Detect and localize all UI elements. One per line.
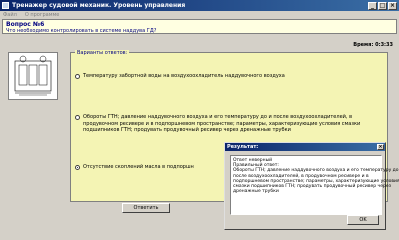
- radio-button[interactable]: [75, 74, 80, 79]
- menu-bar: Файл О программе: [0, 11, 399, 19]
- radio-button-selected[interactable]: [75, 165, 80, 170]
- option-label: Отсутствие скоплений масла в подпоршн: [83, 164, 194, 170]
- dialog-title: Результат:: [227, 144, 259, 150]
- question-number: Вопрос №6: [6, 21, 45, 28]
- dialog-title-bar: Результат: ×: [225, 143, 385, 151]
- engine-diagram-image: [8, 52, 58, 100]
- answers-legend: Варианты ответов:: [75, 50, 130, 56]
- answer-button[interactable]: Ответить: [122, 203, 170, 213]
- ok-button[interactable]: OK: [347, 215, 379, 225]
- option-label: Обороты ГТН; давление наддувочного возду…: [83, 114, 361, 133]
- close-button[interactable]: ×: [388, 1, 397, 10]
- option-label: Температуру забортной воды на воздухоохл…: [83, 73, 285, 79]
- result-line: Обороты ГТН; давление наддувочного возду…: [233, 168, 399, 174]
- question-panel: Вопрос №6 Что необходимо контролировать …: [2, 19, 397, 34]
- radio-button[interactable]: [75, 115, 80, 120]
- result-text-box: Ответ неверный Правильный ответ: Обороты…: [230, 155, 399, 215]
- question-text: Что необходимо контролировать в системе …: [6, 28, 157, 34]
- menu-about[interactable]: О программе: [25, 12, 60, 18]
- app-icon: [2, 2, 9, 9]
- answer-option-1[interactable]: Температуру забортной воды на воздухоохл…: [75, 73, 381, 80]
- dialog-close-icon[interactable]: ×: [377, 144, 384, 150]
- result-line: дренажные трубки: [233, 189, 279, 195]
- engine-sketch-icon: [14, 55, 52, 96]
- minimize-button[interactable]: _: [368, 1, 377, 10]
- window-title: Тренажер судовой механик. Уровень управл…: [12, 2, 186, 9]
- menu-file[interactable]: Файл: [3, 12, 17, 18]
- timer: Время: 0:3:33: [353, 42, 393, 48]
- maximize-button[interactable]: □: [378, 1, 387, 10]
- answer-option-2[interactable]: Обороты ГТН; давление наддувочного возду…: [75, 114, 381, 134]
- result-dialog: Результат: × Ответ неверный Правильный о…: [224, 142, 399, 230]
- title-bar: Тренажер судовой механик. Уровень управл…: [0, 0, 399, 11]
